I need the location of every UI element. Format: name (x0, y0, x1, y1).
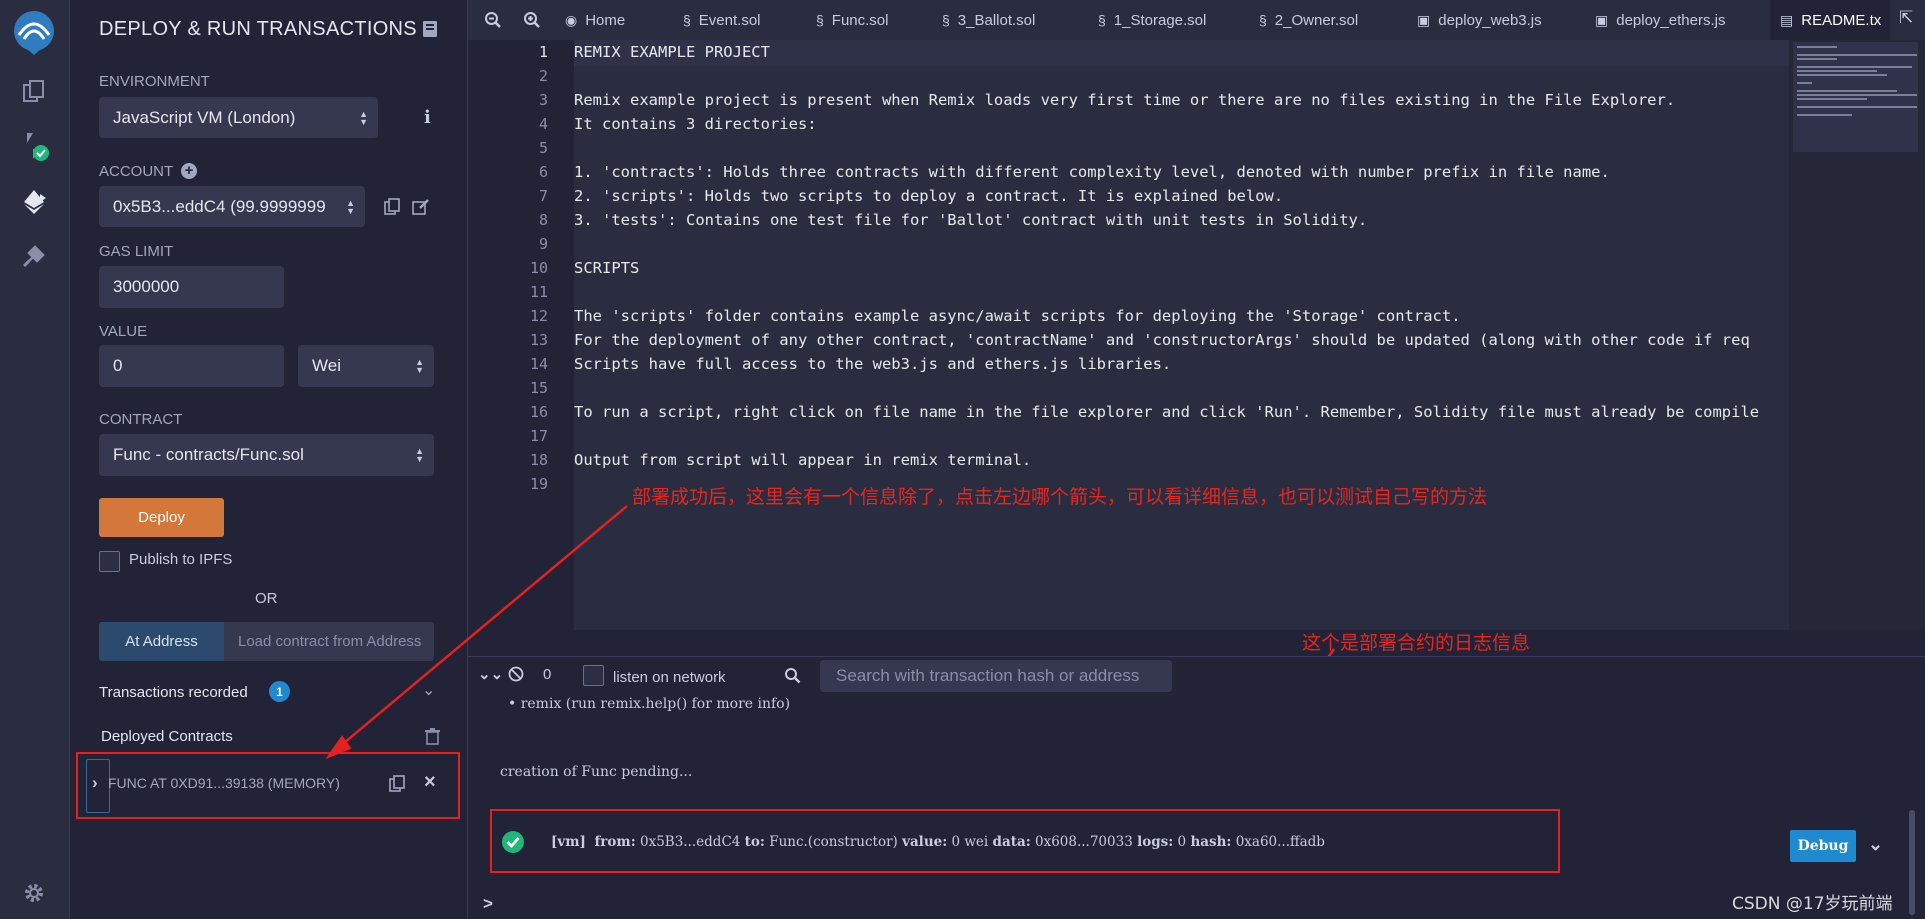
log-from: 0x5B3...eddC4 (640, 834, 741, 850)
terminal-remix-line: • remix (run remix.help() for more info) (508, 696, 791, 712)
log-vm-tag: [vm] (551, 834, 586, 850)
success-check-icon (501, 830, 525, 859)
terminal-output: • remix (run remix.help() for more info)… (468, 694, 1925, 919)
csdn-watermark: CSDN @17岁玩前端 (1732, 894, 1893, 914)
debug-button[interactable]: Debug (1790, 830, 1856, 862)
terminal-scrollbar[interactable] (1909, 810, 1915, 915)
log-to-label: to: (744, 834, 765, 850)
expand-log-chevron-icon[interactable]: ⌄ (1868, 834, 1883, 855)
deploy-log-entry[interactable]: [vm] from: 0x5B3...eddC4 to: Func.(const… (490, 809, 1560, 873)
search-icon (784, 667, 801, 689)
pending-tx-count: 0 (543, 666, 552, 683)
clear-console-icon[interactable] (508, 666, 524, 687)
transaction-search-input[interactable]: Search with transaction hash or address (820, 660, 1172, 692)
log-to: Func.(constructor) (769, 834, 898, 850)
log-logs-label: logs: (1137, 834, 1174, 850)
log-value-label: value: (902, 834, 948, 850)
terminal-pending-line: creation of Func pending... (500, 764, 693, 780)
log-hash-label: hash: (1190, 834, 1232, 850)
log-hash: 0xa60...ffadb (1235, 834, 1325, 850)
log-logs: 0 (1177, 834, 1187, 850)
listen-network-label: listen on network (613, 669, 726, 686)
log-value: 0 wei (951, 834, 989, 850)
collapse-terminal-icon[interactable]: ⌄⌄ (478, 665, 503, 683)
log-data: 0x608...70033 (1035, 834, 1133, 850)
terminal-toolbar: ⌄⌄ 0 listen on network (468, 656, 1925, 695)
listen-network-checkbox[interactable] (583, 665, 604, 686)
terminal-prompt[interactable]: > (483, 894, 493, 914)
log-from-label: from: (594, 834, 636, 850)
log-data-label: data: (992, 834, 1031, 850)
